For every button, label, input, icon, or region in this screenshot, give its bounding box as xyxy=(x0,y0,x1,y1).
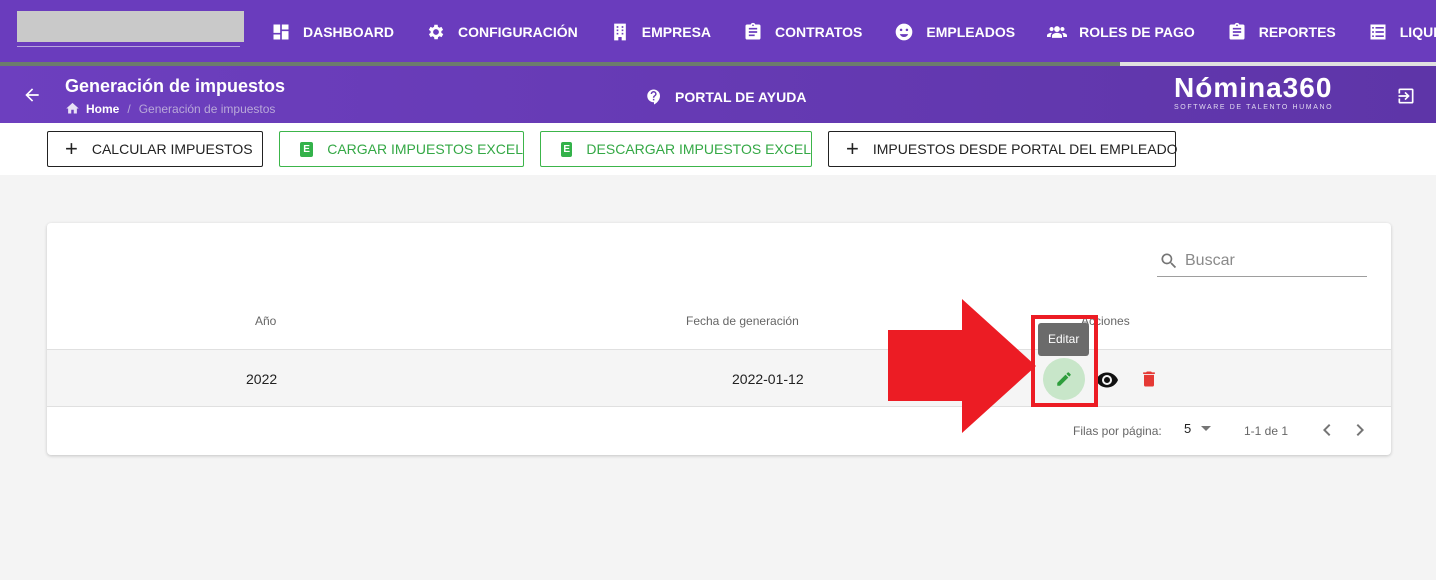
search-icon xyxy=(1161,253,1177,268)
nav-item-label: DASHBOARD xyxy=(303,24,394,40)
nav-item-liquidaciones[interactable]: LIQUIDACIONE xyxy=(1368,22,1436,42)
previous-page-button[interactable] xyxy=(1315,418,1339,442)
rows-per-page-label: Filas por página: xyxy=(1073,424,1162,438)
brand-name: Nómina360 xyxy=(1174,72,1333,103)
excel-icon: E xyxy=(561,141,573,157)
help-icon xyxy=(647,89,660,105)
eye-icon xyxy=(1096,372,1118,388)
column-header-date[interactable]: Fecha de generación xyxy=(686,314,799,328)
nav-item-label: CONTRATOS xyxy=(775,24,863,40)
chevron-right-icon xyxy=(1356,424,1364,436)
nav-item-label: REPORTES xyxy=(1258,24,1336,40)
breadcrumb: Home / Generación de impuestos xyxy=(65,101,275,116)
building-icon xyxy=(613,23,626,41)
nav-item-label: CONFIGURACIÓN xyxy=(458,24,578,40)
nav-item-reportes[interactable]: REPORTES xyxy=(1227,22,1336,42)
chevron-left-icon xyxy=(1323,424,1331,436)
nav-item-roles-de-pago[interactable]: ROLES DE PAGO xyxy=(1047,22,1195,42)
back-arrow-icon[interactable] xyxy=(22,85,42,105)
search-box xyxy=(1157,245,1367,277)
breadcrumb-home[interactable]: Home xyxy=(86,102,119,116)
plus-icon: + xyxy=(65,136,78,161)
annotation-highlight-box xyxy=(1031,315,1098,407)
pagination-range: 1-1 de 1 xyxy=(1244,424,1289,438)
page-title: Generación de impuestos xyxy=(65,76,286,96)
gear-icon xyxy=(428,24,444,40)
home-icon xyxy=(66,102,79,114)
help-portal-label: PORTAL DE AYUDA xyxy=(675,89,807,105)
breadcrumb-separator: / xyxy=(127,101,131,116)
search-input[interactable] xyxy=(1185,251,1355,270)
excel-icon: E xyxy=(300,141,314,157)
button-label: CALCULAR IMPUESTOS xyxy=(91,141,253,157)
help-portal-link[interactable]: PORTAL DE AYUDA xyxy=(645,88,806,106)
nav-item-label: ROLES DE PAGO xyxy=(1079,24,1195,40)
breadcrumb-current: Generación de impuestos xyxy=(138,101,276,116)
impuestos-portal-empleado-button[interactable]: + IMPUESTOS DESDE PORTAL DEL EMPLEADO xyxy=(828,131,1178,167)
table-row: 2022 2022-01-12 xyxy=(47,350,1391,407)
nav-item-label: EMPLEADOS xyxy=(926,24,1016,40)
nav-item-empleados[interactable]: EMPLEADOS xyxy=(894,22,1015,42)
brand-tagline: SOFTWARE DE TALENTO HUMANO xyxy=(1174,104,1334,111)
rows-per-page-value: 5 xyxy=(1184,421,1192,436)
main-menu: DASHBOARD CONFIGURACIÓN EMPRESA CONTRATO… xyxy=(271,0,1436,64)
nav-item-configuracion[interactable]: CONFIGURACIÓN xyxy=(426,22,578,42)
trash-icon xyxy=(1143,371,1155,387)
clipboard-icon xyxy=(1229,22,1245,40)
action-toolbar: + CALCULAR IMPUESTOS E CARGAR IMPUESTOS … xyxy=(0,123,1436,175)
brand-logo: Nómina360 SOFTWARE DE TALENTO HUMANO xyxy=(1174,72,1354,111)
rows-per-page-select[interactable]: 5 xyxy=(1184,421,1212,436)
dashboard-icon xyxy=(273,24,289,40)
plus-icon: + xyxy=(846,136,859,161)
table-pagination: Filas por página: 5 1-1 de 1 xyxy=(47,418,1391,442)
nav-item-label: EMPRESA xyxy=(641,24,712,40)
calcular-impuestos-button[interactable]: + CALCULAR IMPUESTOS xyxy=(47,131,263,167)
company-logo xyxy=(17,11,244,42)
face-icon xyxy=(896,23,913,41)
logo-underline xyxy=(17,46,240,47)
nav-item-dashboard[interactable]: DASHBOARD xyxy=(271,22,394,42)
caret-down-icon xyxy=(1201,426,1212,431)
descargar-impuestos-excel-button[interactable]: E DESCARGAR IMPUESTOS EXCEL xyxy=(540,131,812,167)
list-icon xyxy=(1370,24,1386,40)
nav-item-empresa[interactable]: EMPRESA xyxy=(610,22,711,42)
button-label: DESCARGAR IMPUESTOS EXCEL xyxy=(586,141,811,157)
cell-year: 2022 xyxy=(246,371,278,387)
button-label: CARGAR IMPUESTOS EXCEL xyxy=(327,141,523,157)
delete-button[interactable] xyxy=(1139,368,1159,390)
column-header-year[interactable]: Año xyxy=(255,314,276,328)
button-label: IMPUESTOS DESDE PORTAL DEL EMPLEADO xyxy=(872,141,1178,157)
logout-icon[interactable] xyxy=(1396,86,1416,106)
page-header: Generación de impuestos Home / Generació… xyxy=(0,66,1436,123)
nav-item-label: LIQUIDACIONE xyxy=(1399,24,1436,40)
top-navbar: DASHBOARD CONFIGURACIÓN EMPRESA CONTRATO… xyxy=(0,0,1436,66)
group-icon xyxy=(1047,26,1068,38)
next-page-button[interactable] xyxy=(1348,418,1372,442)
cargar-impuestos-excel-button[interactable]: E CARGAR IMPUESTOS EXCEL xyxy=(279,131,524,167)
taxes-table-card: Año Fecha de generación Acciones 2022 20… xyxy=(47,223,1391,455)
annotation-arrow-icon xyxy=(888,299,1036,433)
clipboard-icon xyxy=(745,22,761,40)
nav-item-contratos[interactable]: CONTRATOS xyxy=(743,22,862,42)
cell-date: 2022-01-12 xyxy=(732,371,804,387)
view-button[interactable] xyxy=(1095,368,1119,392)
